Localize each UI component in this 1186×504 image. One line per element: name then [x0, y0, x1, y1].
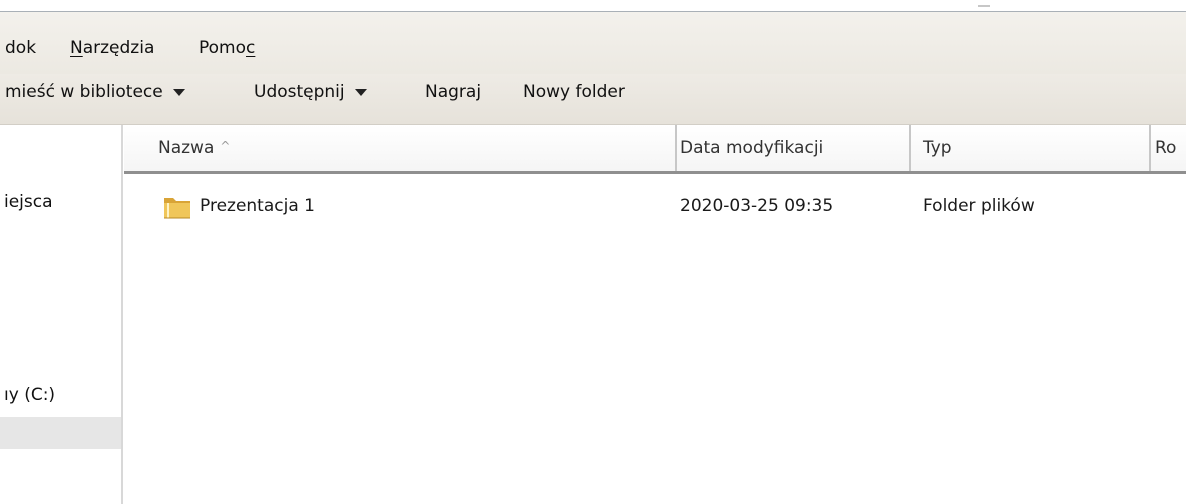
new-folder-button[interactable]: Nowy folder [523, 82, 625, 102]
menu-narzedzia[interactable]: Narzędzia [70, 38, 154, 58]
column-header-size[interactable]: Ro [1151, 125, 1186, 171]
column-type-label: Typ [923, 138, 952, 158]
column-header-date[interactable]: Data modyfikacji [677, 125, 911, 171]
nav-selection-highlight [0, 417, 121, 449]
file-type-cell: Folder plików [923, 196, 1035, 216]
nav-item-drive-c[interactable]: ıy (C:) [4, 385, 55, 405]
burn-label: Nagraj [425, 82, 482, 102]
new-folder-label: Nowy folder [523, 82, 625, 102]
column-date-label: Data modyfikacji [680, 138, 824, 158]
sort-ascending-icon: ^ [220, 139, 231, 153]
include-in-library-label: mieść w bibliotece [5, 82, 163, 102]
column-header-type[interactable]: Typ [911, 125, 1151, 171]
navigation-pane[interactable]: iejsca ıy (C:) [0, 125, 123, 504]
include-in-library-button[interactable]: mieść w bibliotece [5, 82, 185, 102]
command-toolbar: mieść w bibliotece Udostępnij Nagraj Now… [0, 74, 1186, 125]
caret-down-icon [354, 88, 367, 96]
resize-grip [978, 5, 990, 7]
column-size-label: Ro [1155, 138, 1177, 158]
nav-item-places[interactable]: iejsca [4, 192, 53, 212]
column-header-bar: Nazwa ^ Data modyfikacji Typ Ro [124, 125, 1186, 174]
column-header-name[interactable]: Nazwa ^ [124, 125, 677, 171]
menu-pomoc[interactable]: Pomoc [199, 38, 255, 58]
file-row[interactable]: Prezentacja 1 2020-03-25 09:35 Folder pl… [124, 188, 1186, 228]
caret-down-icon [172, 88, 185, 96]
burn-button[interactable]: Nagraj [425, 82, 481, 102]
file-name-cell: Prezentacja 1 [200, 196, 315, 216]
column-name-label: Nazwa [158, 138, 215, 158]
window-top-edge [0, 0, 1186, 12]
menu-bar: dok Narzędzia Pomoc [0, 12, 1186, 74]
folder-icon [164, 198, 190, 219]
share-label: Udostępnij [254, 82, 345, 102]
menu-widok[interactable]: dok [5, 38, 36, 58]
file-date-cell: 2020-03-25 09:35 [680, 196, 834, 216]
share-button[interactable]: Udostępnij [254, 82, 367, 102]
